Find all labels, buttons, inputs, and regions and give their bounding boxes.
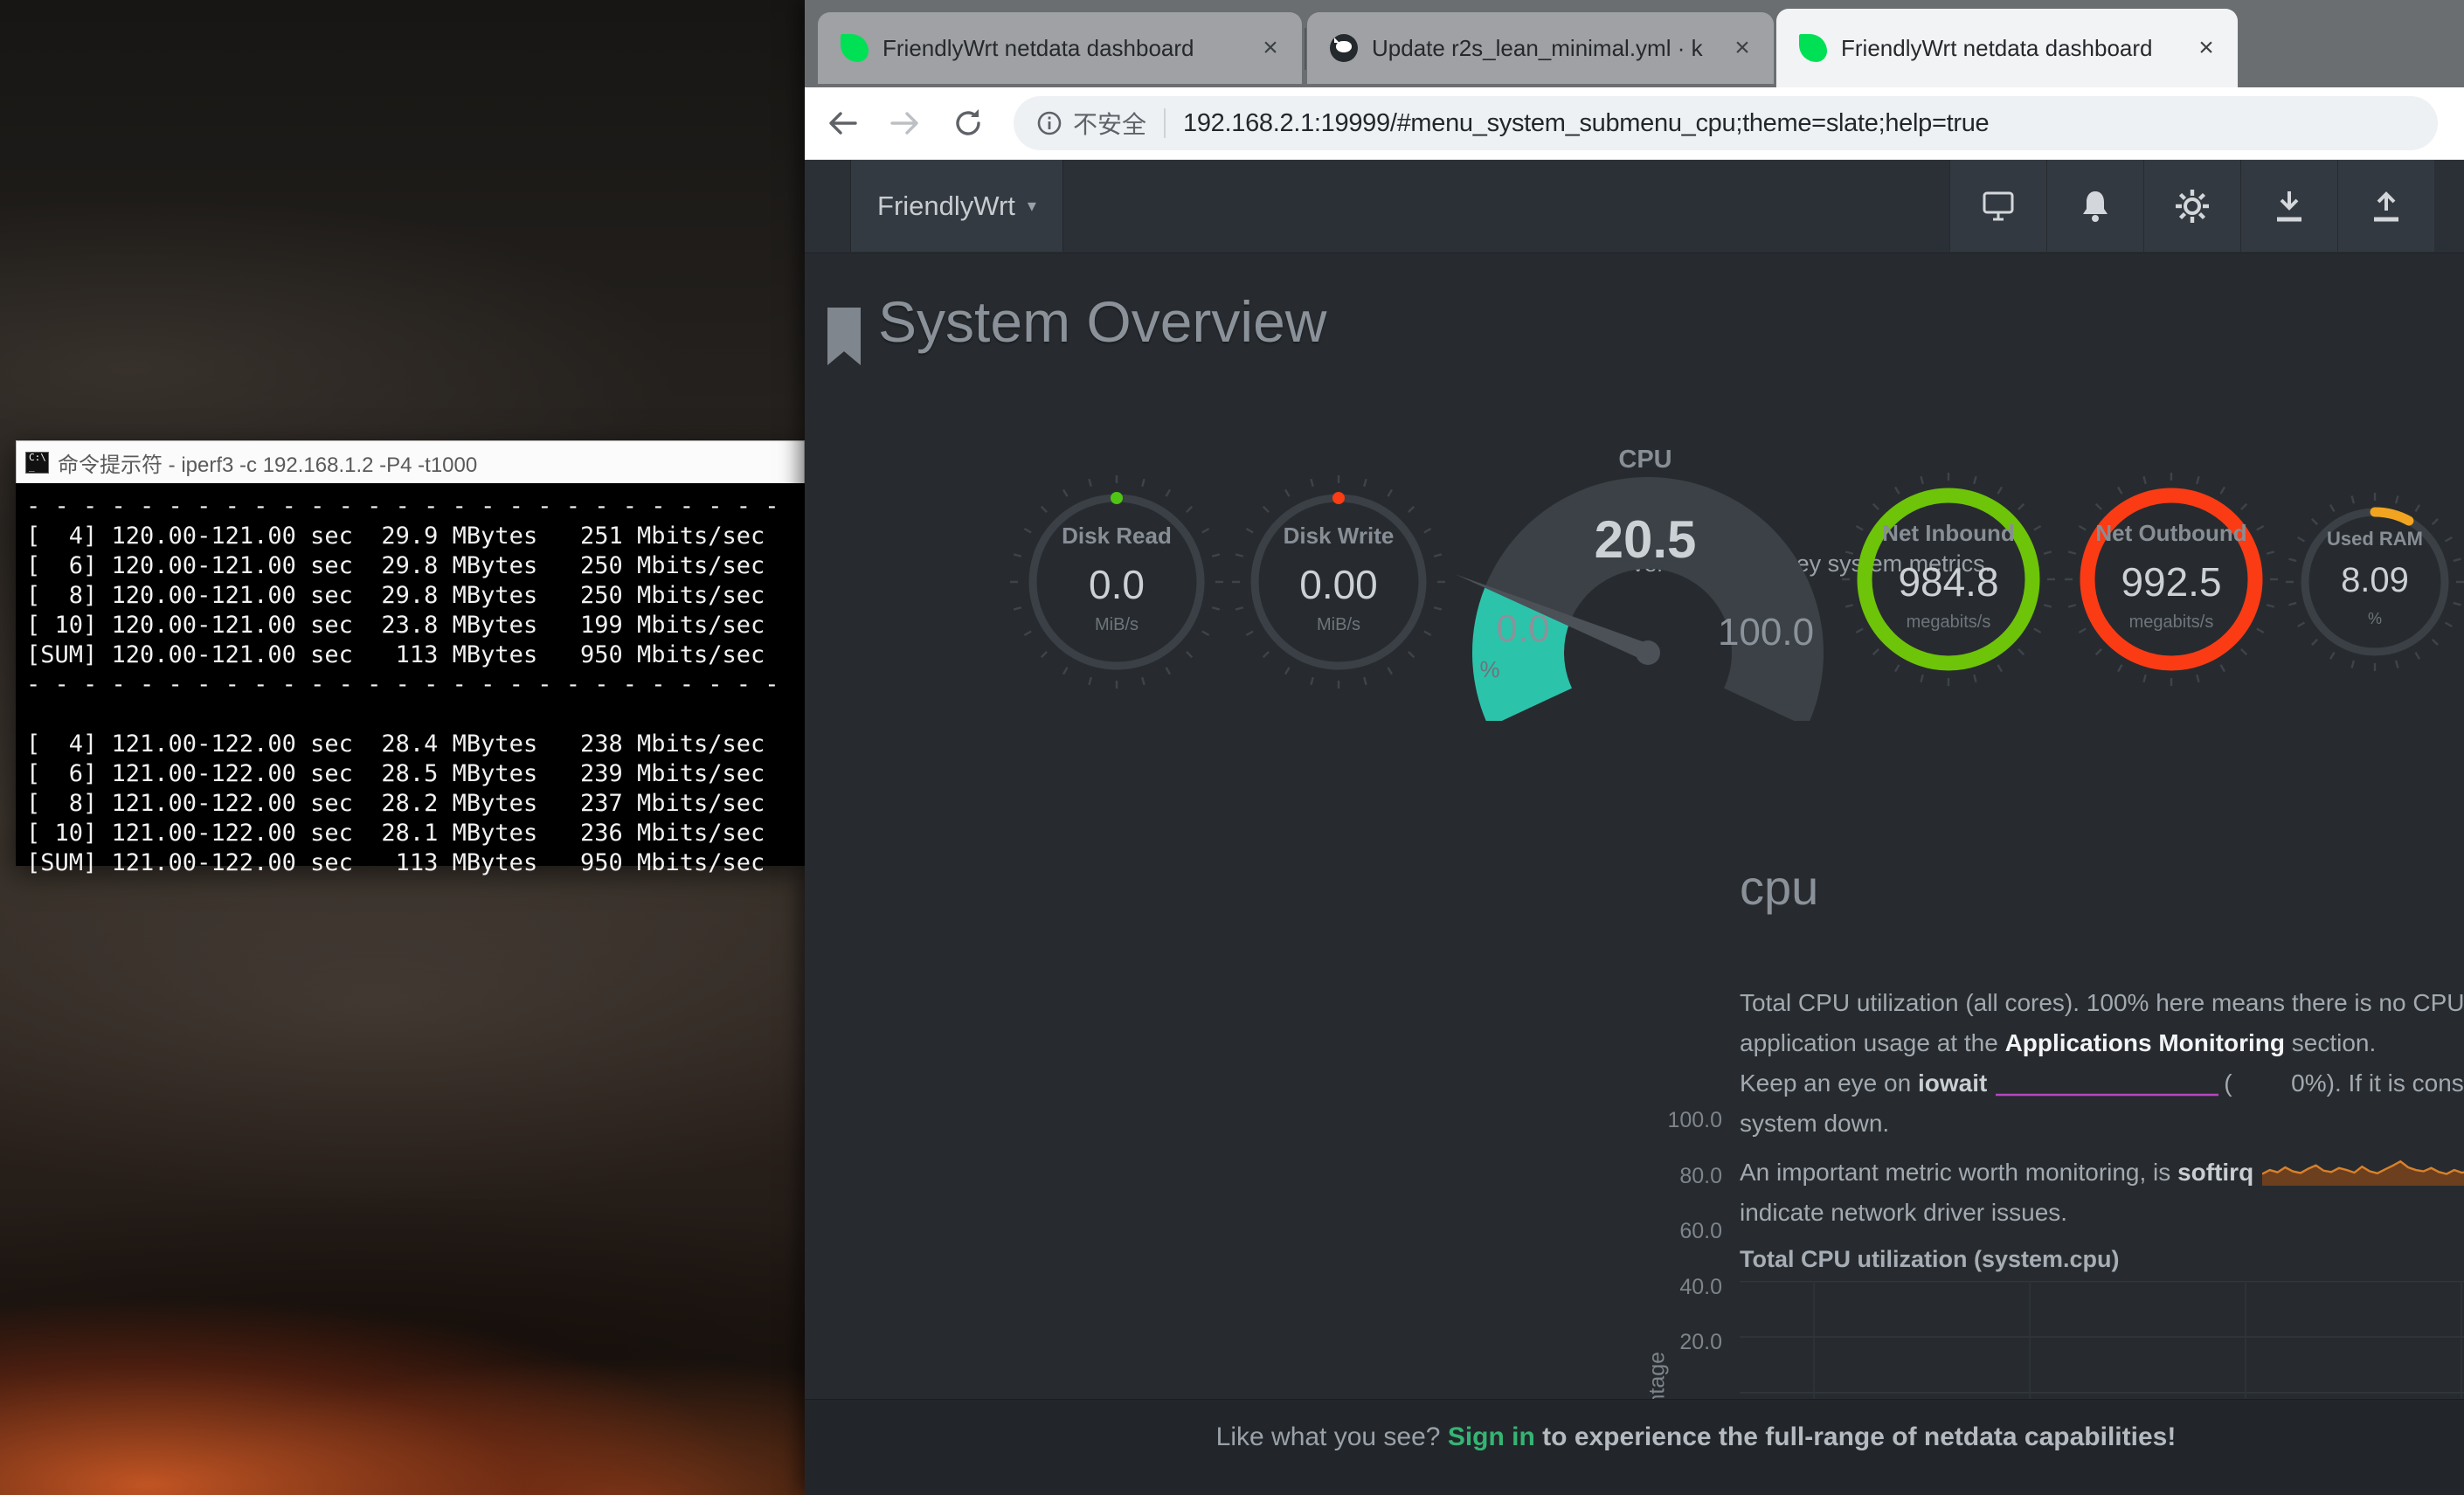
tab-close-icon[interactable]: × [1727,33,1758,63]
terminal-line: [ 8] 121.00-122.00 sec 28.2 MBytes 237 M… [26,789,794,819]
gauge-disk-write[interactable]: Disk Write0.00MiB/s [1225,468,1452,696]
gauge-net-outbound[interactable]: Net Outbound992.5megabits/s [2058,466,2285,693]
y-tick: 20.0 [1644,1330,1722,1355]
netdata-page: FriendlyWrt ▾ [805,160,2464,1495]
tab-netdata-active[interactable]: FriendlyWrt netdata dashboard × [1776,9,2238,87]
gauge-cpu[interactable]: CPU20.50.0100.0% [1436,433,1855,721]
iowait-value: 0% [2232,1063,2327,1104]
netdata-navbar: FriendlyWrt ▾ [805,160,2464,253]
terminal-line: - - - - - - - - - - - - - - - - - - - - … [26,492,794,522]
iowait-sparkline [1996,1069,2218,1109]
bell-icon [2078,188,2113,225]
gauge-net-inbound[interactable]: Net Inbound984.8megabits/s [1835,466,2062,693]
terminal-line: - - - - - - - - - - - - - - - - - - - - … [26,670,794,700]
url-text: 192.168.2.1:19999/#menu_system_submenu_c… [1183,109,1989,138]
github-favicon [1330,34,1358,62]
tab-netdata-1[interactable]: FriendlyWrt netdata dashboard × [818,12,1302,84]
monitor-icon [1979,189,2018,224]
y-tick: 100.0 [1644,1108,1722,1133]
chevron-down-icon: ▾ [1028,195,1036,217]
host-selector[interactable]: FriendlyWrt ▾ [850,160,1063,252]
settings-button[interactable] [2143,160,2240,252]
terminal-line: [ 10] 120.00-121.00 sec 23.8 MBytes 199 … [26,611,794,640]
terminal-line: [SUM] 120.00-121.00 sec 113 MBytes 950 M… [26,640,794,670]
terminal-line: [ 8] 120.00-121.00 sec 29.8 MBytes 250 M… [26,581,794,611]
terminal-line: [ 4] 120.00-121.00 sec 29.9 MBytes 251 M… [26,522,794,551]
page-title: System Overview [878,288,1326,355]
terminal-line: [ 6] 120.00-121.00 sec 29.8 MBytes 250 M… [26,551,794,581]
tab-separator [1305,28,1306,70]
desktop: C:\_ 命令提示符 - iperf3 -c 192.168.1.2 -P4 -… [0,0,2464,1495]
cmd-icon: C:\_ [25,452,49,474]
security-indicator[interactable]: 不安全 [1036,106,1146,141]
softirq-sparkline [2262,1149,2464,1198]
tab-close-icon[interactable]: × [2191,33,2222,63]
import-button[interactable] [2240,160,2337,252]
bookmark-icon [827,308,861,365]
export-button[interactable] [2337,160,2434,252]
reload-button[interactable] [943,98,993,149]
gauge-disk-read[interactable]: Disk Read0.0MiB/s [1003,468,1230,696]
terminal-output[interactable]: - - - - - - - - - - - - - - - - - - - - … [16,483,805,866]
y-tick: 80.0 [1644,1164,1722,1189]
netdata-favicon [1799,34,1827,62]
cpu-description: Total CPU utilization (all cores). 100% … [1740,983,2464,1233]
terminal-line [26,700,794,730]
terminal-titlebar[interactable]: C:\_ 命令提示符 - iperf3 -c 192.168.1.2 -P4 -… [16,440,805,483]
cpu-section-heading: cpu [1740,859,1818,916]
sign-in-link[interactable]: Sign in [1448,1422,1535,1451]
browser-toolbar: 不安全 192.168.2.1:19999/#menu_system_subme… [805,87,2464,160]
gear-icon [2174,188,2211,225]
tab-strip: FriendlyWrt netdata dashboard × Update r… [805,0,2464,87]
terminal-line: [ 4] 121.00-122.00 sec 28.4 MBytes 238 M… [26,730,794,759]
info-icon [1036,110,1062,136]
gauge-used-ram[interactable]: Used RAM8.09% [2279,486,2464,678]
netdata-favicon [841,34,869,62]
y-tick: 40.0 [1644,1275,1722,1300]
terminal-line: [ 6] 121.00-122.00 sec 28.5 MBytes 239 M… [26,759,794,789]
applications-monitoring-link[interactable]: Applications Monitoring [2005,1029,2285,1056]
tab-close-icon[interactable]: × [1255,33,1286,63]
terminal-line: [SUM] 121.00-122.00 sec 113 MBytes 950 M… [26,848,794,878]
browser-window: FriendlyWrt netdata dashboard × Update r… [805,0,2464,1495]
address-bar[interactable]: 不安全 192.168.2.1:19999/#menu_system_subme… [1014,96,2438,150]
omnibox-divider [1164,108,1166,138]
back-button[interactable] [817,98,868,149]
terminal-line: [ 10] 121.00-122.00 sec 28.1 MBytes 236 … [26,819,794,848]
download-icon [2272,188,2307,225]
tab-github[interactable]: Update r2s_lean_minimal.yml · k × [1307,12,1774,84]
nodes-view-button[interactable] [1949,160,2046,252]
alarms-button[interactable] [2046,160,2143,252]
terminal-window[interactable]: C:\_ 命令提示符 - iperf3 -c 192.168.1.2 -P4 -… [16,440,805,866]
signin-banner: Like what you see? Sign in to experience… [805,1399,2464,1495]
y-tick: 60.0 [1644,1219,1722,1244]
forward-button[interactable] [880,98,931,149]
chart-title: Total CPU utilization (system.cpu) [1740,1246,2120,1273]
upload-icon [2369,188,2404,225]
terminal-title: 命令提示符 - iperf3 -c 192.168.1.2 -P4 -t1000 [58,447,477,478]
